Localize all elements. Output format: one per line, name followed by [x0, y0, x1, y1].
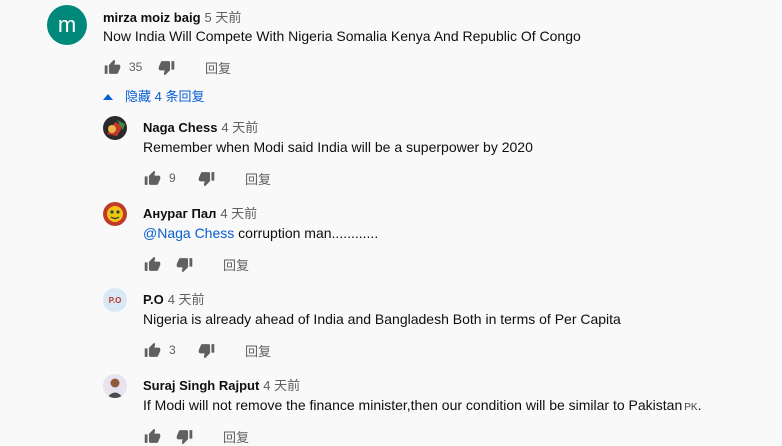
- comment-actions: 3 回复: [143, 340, 271, 360]
- avatar[interactable]: [103, 374, 127, 398]
- thumbs-up-icon[interactable]: [143, 427, 161, 445]
- reply-comment: Suraj Singh Rajput 4 天前 If Modi will not …: [0, 368, 782, 445]
- comment-actions: 回复: [143, 426, 249, 446]
- avatar[interactable]: [103, 116, 127, 140]
- reply-comment: Naga Chess 4 天前 Remember when Modi said I…: [0, 110, 782, 196]
- comment-header: mirza moiz baig 5 天前: [103, 7, 241, 26]
- thumbs-up-icon[interactable]: [143, 341, 161, 359]
- thumbs-down-icon[interactable]: [175, 427, 193, 445]
- comment-text: Remember when Modi said India will be a …: [143, 139, 533, 155]
- comment-header: P.O 4 天前: [143, 289, 205, 308]
- comment-text: @Naga Chess corruption man............: [143, 225, 378, 241]
- avatar[interactable]: P.O: [103, 288, 127, 312]
- caret-up-icon: [103, 88, 113, 103]
- comment-time[interactable]: 4 天前: [220, 206, 257, 221]
- reply-button[interactable]: 回复: [245, 169, 271, 188]
- comment-body: If Modi will not remove the finance mini…: [143, 397, 683, 413]
- comment-time[interactable]: 4 天前: [221, 120, 258, 135]
- hide-replies-button[interactable]: 隐藏 4 条回复: [103, 86, 204, 105]
- author-name[interactable]: Suraj Singh Rajput: [143, 378, 259, 393]
- thumbs-up-icon[interactable]: [143, 255, 161, 273]
- reply-button[interactable]: 回复: [205, 58, 231, 77]
- reply-button[interactable]: 回复: [245, 341, 271, 360]
- author-name[interactable]: Анураг Пал: [143, 206, 216, 221]
- comment-actions: 回复: [143, 254, 249, 274]
- avatar-letter: m: [57, 12, 77, 37]
- comment-time[interactable]: 4 天前: [263, 378, 300, 393]
- like-count: 3: [169, 343, 176, 357]
- comment-actions: 35 回复: [103, 57, 231, 77]
- comment-header: Анураг Пал 4 天前: [143, 203, 257, 222]
- comment-header: Suraj Singh Rajput 4 天前: [143, 375, 300, 394]
- avatar[interactable]: [103, 202, 127, 226]
- hide-replies-label: 隐藏 4 条回复: [125, 89, 205, 104]
- avatar[interactable]: m: [47, 5, 87, 45]
- comment-actions: 9 回复: [143, 168, 271, 188]
- author-name[interactable]: P.O: [143, 292, 164, 307]
- comment-text: Now India Will Compete With Nigeria Soma…: [103, 28, 581, 44]
- thumbs-down-icon[interactable]: [157, 58, 175, 76]
- comment-text: Nigeria is already ahead of India and Ba…: [143, 311, 621, 327]
- flag-emoji-pk: PK: [684, 402, 698, 413]
- comment-body: corruption man............: [234, 225, 379, 241]
- like-count: 9: [169, 171, 176, 185]
- author-name[interactable]: Naga Chess: [143, 120, 217, 135]
- like-count: 35: [129, 60, 143, 74]
- mention-link[interactable]: @Naga Chess: [143, 225, 234, 241]
- thumbs-up-icon[interactable]: [143, 169, 161, 187]
- reply-button[interactable]: 回复: [223, 255, 249, 274]
- thumbs-up-icon[interactable]: [103, 58, 121, 76]
- comment-header: Naga Chess 4 天前: [143, 117, 258, 136]
- comment-text: If Modi will not remove the finance mini…: [143, 397, 702, 413]
- author-name[interactable]: mirza moiz baig: [103, 10, 201, 25]
- reply-comment: P.O P.O 4 天前 Nigeria is already ahead of …: [0, 282, 782, 368]
- reply-button[interactable]: 回复: [223, 427, 249, 446]
- thumbs-down-icon[interactable]: [175, 255, 193, 273]
- thumbs-down-icon[interactable]: [197, 169, 215, 187]
- reply-comment: Анураг Пал 4 天前 @Naga Chess corruption ma…: [0, 196, 782, 282]
- comment-thread-main: m mirza moiz baig 5 天前 Now India Will Com…: [0, 0, 782, 85]
- thumbs-down-icon[interactable]: [197, 341, 215, 359]
- comment-time[interactable]: 5 天前: [205, 10, 242, 25]
- comment-time[interactable]: 4 天前: [168, 292, 205, 307]
- avatar-text: P.O: [108, 295, 122, 305]
